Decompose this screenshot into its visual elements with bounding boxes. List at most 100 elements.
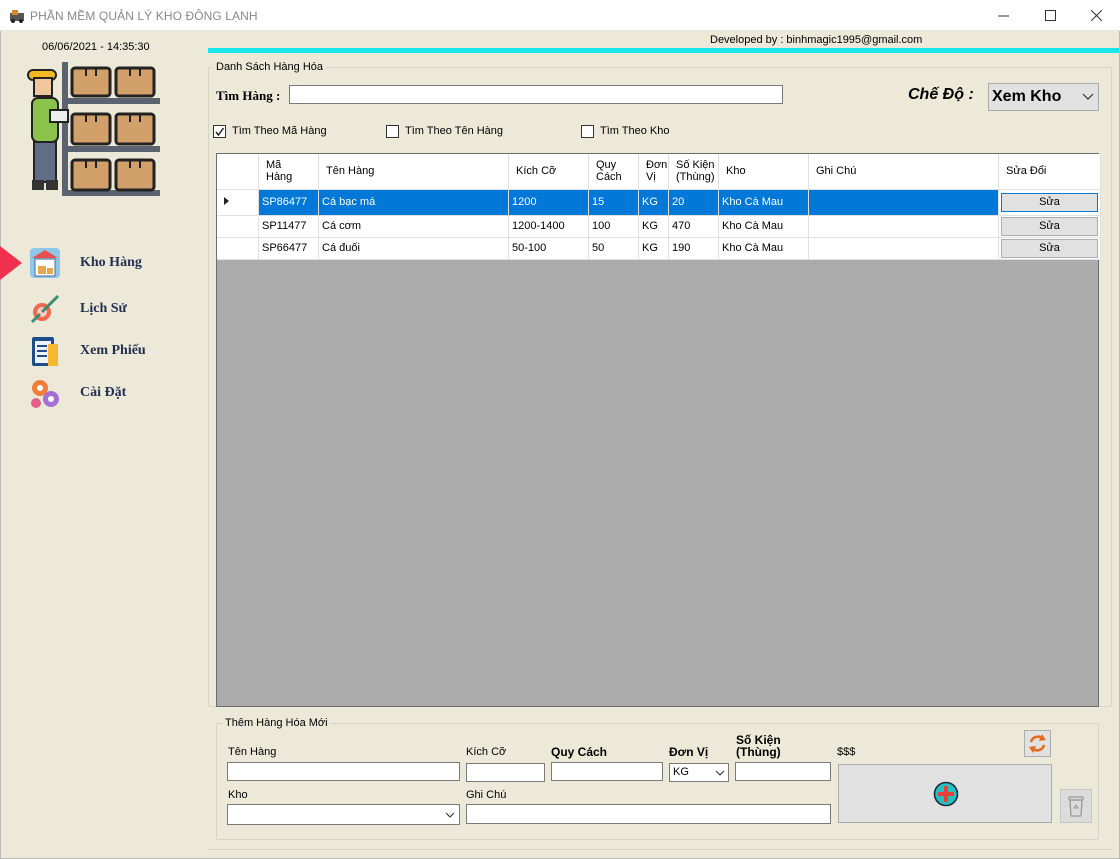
column-header-kho[interactable]: Kho xyxy=(718,154,809,190)
quy-cach-input[interactable] xyxy=(551,762,663,781)
cell-kich-co[interactable]: 1200 xyxy=(508,189,589,216)
cell-action: Sửa xyxy=(998,189,1101,216)
sidebar-item-label: Xem Phiếu xyxy=(80,343,146,358)
sidebar-item-cai-dat[interactable]: Cài Đặt xyxy=(28,375,126,411)
sidebar-item-xem-phieu[interactable]: Xem Phiếu xyxy=(28,333,146,369)
don-vi-label: Đơn Vị xyxy=(669,745,709,759)
maximize-button[interactable] xyxy=(1027,0,1073,31)
column-header-ma-hang[interactable]: Mã Hàng xyxy=(258,154,319,190)
app-icon xyxy=(10,10,24,23)
add-product-button[interactable] xyxy=(838,764,1052,823)
header-line: (Thùng) xyxy=(676,171,715,184)
warehouse-icon xyxy=(30,248,60,278)
don-vi-value: KG xyxy=(673,766,689,778)
filter-by-name-checkbox[interactable]: Tìm Theo Tên Hàng xyxy=(386,124,503,138)
row-header[interactable] xyxy=(217,215,259,238)
ghi-chu-label: Ghi Chú xyxy=(466,789,507,801)
table-row[interactable]: SP66477 Cá đuối 50-100 50 KG 190 Kho Cà … xyxy=(217,237,1101,260)
cell-kho[interactable]: Kho Cà Mau xyxy=(718,215,809,238)
cell-don-vi[interactable]: KG xyxy=(638,215,669,238)
close-icon xyxy=(1090,10,1102,21)
header-line: Cách xyxy=(596,171,622,184)
header-line: Ghi Chú xyxy=(816,165,857,178)
checkmark-icon xyxy=(215,127,225,136)
mode-select-value: Xem Kho xyxy=(992,88,1062,105)
window-title: PHẦN MỀM QUẢN LÝ KHO ĐÔNG LẠNH xyxy=(30,9,258,23)
cell-ma-hang[interactable]: SP11477 xyxy=(258,215,319,238)
checkbox-box[interactable] xyxy=(386,124,399,138)
header-line: Kho xyxy=(726,165,746,178)
cell-so-kien[interactable]: 190 xyxy=(668,237,719,260)
header-line: Quy xyxy=(596,159,617,172)
cell-quy-cach[interactable]: 100 xyxy=(588,215,639,238)
cell-don-vi[interactable]: KG xyxy=(638,237,669,260)
row-header[interactable] xyxy=(217,237,259,260)
cell-ten-hang[interactable]: Cá đuối xyxy=(318,237,509,260)
header-line: Số Kiện xyxy=(676,159,715,172)
cell-kho[interactable]: Kho Cà Mau xyxy=(718,237,809,260)
ghi-chu-input[interactable] xyxy=(466,804,831,824)
column-header-quy-cach[interactable]: Quy Cách xyxy=(588,154,639,190)
filter-by-code-checkbox[interactable]: Tìm Theo Mã Hàng xyxy=(213,124,327,138)
filter-by-warehouse-checkbox[interactable]: Tìm Theo Kho xyxy=(581,124,670,138)
cell-action: Sửa xyxy=(998,215,1101,238)
quy-cach-label: Quy Cách xyxy=(551,745,608,759)
edit-button[interactable]: Sửa xyxy=(1001,238,1098,258)
developer-credit: Developed by : binhmagic1995@gmail.com xyxy=(710,34,923,46)
cell-ten-hang[interactable]: Cá cơm xyxy=(318,215,509,238)
cell-ten-hang[interactable]: Cá bạc má xyxy=(318,189,509,216)
edit-button[interactable]: Sửa xyxy=(1001,192,1098,212)
cell-so-kien[interactable]: 470 xyxy=(668,215,719,238)
kich-co-input[interactable] xyxy=(466,763,545,782)
chevron-down-icon xyxy=(1082,93,1094,100)
table-row[interactable]: SP11477 Cá cơm 1200-1400 100 KG 470 Kho … xyxy=(217,215,1101,238)
checkbox-box[interactable] xyxy=(213,124,226,138)
table-row[interactable]: SP86477 Cá bạc má 1200 15 KG 20 Kho Cà M… xyxy=(217,189,1101,216)
so-kien-input[interactable] xyxy=(735,762,831,781)
column-header-kich-co[interactable]: Kích Cỡ xyxy=(508,154,589,190)
cell-ma-hang[interactable]: SP86477 xyxy=(258,189,319,216)
current-row-indicator-icon xyxy=(224,196,229,205)
refresh-icon xyxy=(1029,734,1046,753)
cell-kho[interactable]: Kho Cà Mau xyxy=(718,189,809,216)
cell-don-vi[interactable]: KG xyxy=(638,189,669,216)
close-button[interactable] xyxy=(1073,0,1119,31)
delete-button[interactable] xyxy=(1060,789,1092,823)
cell-so-kien[interactable]: 20 xyxy=(668,189,719,216)
minimize-button[interactable] xyxy=(980,0,1026,31)
cell-quy-cach[interactable]: 50 xyxy=(588,237,639,260)
column-header-ten-hang[interactable]: Tên Hàng xyxy=(318,154,509,190)
row-header[interactable] xyxy=(217,189,259,216)
cell-ghi-chu[interactable] xyxy=(808,215,999,238)
checkbox-box[interactable] xyxy=(581,124,594,138)
sidebar-item-kho-hang[interactable]: Kho Hàng xyxy=(28,245,142,281)
cell-quy-cach[interactable]: 15 xyxy=(588,189,639,216)
search-label: Tìm Hàng : xyxy=(216,88,281,103)
sidebar-item-lich-su[interactable]: Lịch Sử xyxy=(28,291,127,327)
datetime-label: 06/06/2021 - 14:35:30 xyxy=(42,41,150,53)
header-line: Đơn xyxy=(646,159,668,172)
gears-icon xyxy=(31,380,59,408)
ten-hang-input[interactable] xyxy=(227,762,460,781)
cell-kich-co[interactable]: 1200-1400 xyxy=(508,215,589,238)
cell-ghi-chu[interactable] xyxy=(808,237,999,260)
refresh-button[interactable] xyxy=(1024,730,1051,757)
kich-co-label: Kích Cỡ xyxy=(466,746,507,758)
group-title: Thêm Hàng Hóa Mới xyxy=(222,717,331,729)
kho-select[interactable] xyxy=(227,804,460,825)
add-icon xyxy=(933,781,959,807)
column-header-don-vi[interactable]: Đơn Vị xyxy=(638,154,669,190)
edit-button[interactable]: Sửa xyxy=(1001,216,1098,236)
warehouse-worker-illustration xyxy=(27,62,160,196)
cell-ghi-chu[interactable] xyxy=(808,189,999,216)
cell-kich-co[interactable]: 50-100 xyxy=(508,237,589,260)
column-header-ghi-chu[interactable]: Ghi Chú xyxy=(808,154,999,190)
chevron-down-icon xyxy=(715,770,725,776)
column-header-so-kien[interactable]: Số Kiện (Thùng) xyxy=(668,154,719,190)
column-header-sua-doi[interactable]: Sửa Đổi xyxy=(998,154,1101,190)
cell-ma-hang[interactable]: SP66477 xyxy=(258,237,319,260)
header-line: Tên Hàng xyxy=(326,165,375,178)
search-input[interactable] xyxy=(289,85,783,104)
history-icon xyxy=(30,294,60,324)
checkbox-label: Tìm Theo Tên Hàng xyxy=(405,125,504,137)
